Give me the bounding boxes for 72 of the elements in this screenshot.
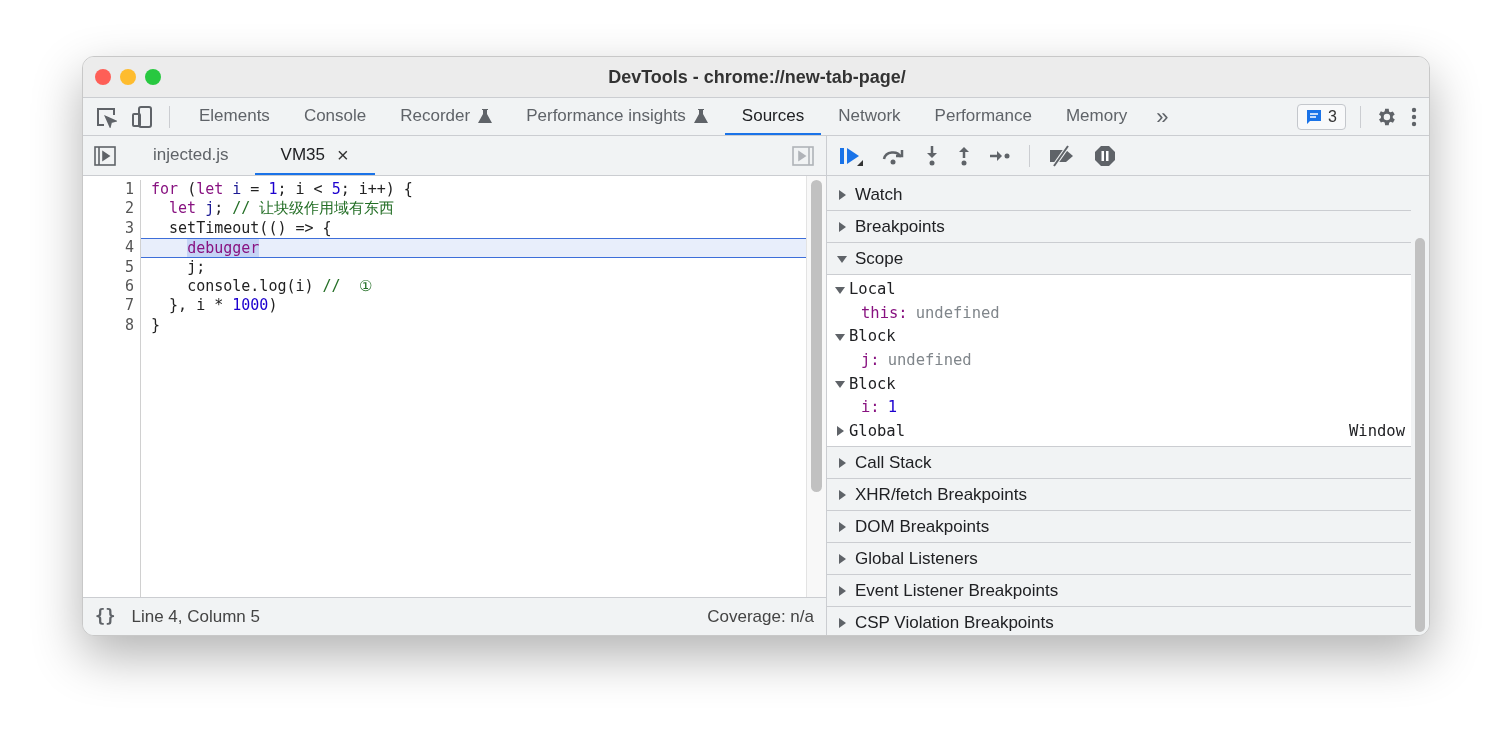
- collapsed-arrow-icon: [837, 553, 847, 564]
- code-line: setTimeout(() => {: [168, 218, 333, 239]
- step-out-icon[interactable]: [957, 144, 971, 167]
- code-line: }, i * 1000): [168, 296, 279, 316]
- scope-node[interactable]: Local: [827, 278, 1411, 302]
- collapsed-arrow-icon: [837, 457, 847, 468]
- scope-value: Window: [1349, 420, 1405, 442]
- expanded-arrow-icon: [835, 379, 845, 390]
- coverage-status: Coverage: n/a: [707, 605, 814, 628]
- device-icon[interactable]: [131, 104, 153, 129]
- close-icon[interactable]: [95, 69, 111, 85]
- debugger-toggle-icon[interactable]: [792, 145, 814, 166]
- more-tabs-button[interactable]: »: [1144, 98, 1181, 135]
- panel-tab[interactable]: Network: [821, 98, 918, 135]
- resume-icon[interactable]: [839, 145, 863, 166]
- collapsed-arrow-icon: [837, 221, 847, 232]
- pause-on-exceptions-icon[interactable]: [1094, 144, 1116, 167]
- line-number: 2: [123, 199, 135, 219]
- code-line: console.log(i) // ①: [186, 276, 373, 297]
- collapsed-arrow-icon: [837, 585, 847, 596]
- line-number: 3: [123, 218, 135, 239]
- scope-node[interactable]: Global Window: [827, 419, 1411, 444]
- property-name: j:: [861, 349, 880, 371]
- code-line: }: [150, 315, 162, 336]
- collapsed-arrow-icon: [837, 521, 847, 532]
- code-line: for (let i = 1; i < 5; i++) {: [150, 180, 414, 200]
- panel-tab[interactable]: Memory: [1048, 98, 1145, 135]
- cursor-position: Line 4, Column 5: [131, 605, 260, 628]
- property-value: 1: [887, 397, 897, 419]
- code-line: j;: [186, 257, 207, 277]
- line-number: 5: [123, 257, 135, 277]
- panel-tab[interactable]: Elements: [182, 98, 287, 135]
- scrollbar-thumb[interactable]: [1415, 238, 1425, 632]
- panel-tab[interactable]: Recorder: [383, 98, 510, 135]
- message-icon: [1306, 108, 1323, 125]
- property-value: undefined: [915, 302, 1000, 324]
- expanded-arrow-icon: [835, 284, 845, 295]
- navigator-toggle-icon[interactable]: [94, 145, 116, 166]
- file-tab-label[interactable]: VM35: [270, 141, 336, 168]
- step-into-icon[interactable]: [925, 144, 939, 167]
- expanded-arrow-icon: [835, 332, 845, 342]
- line-number: 8: [123, 315, 135, 336]
- panel-tab[interactable]: Performance insights: [509, 98, 725, 135]
- collapsed-arrow-icon: [837, 489, 847, 500]
- property-name: i:: [861, 397, 880, 419]
- collapsed-arrow-icon: [835, 426, 845, 437]
- flask-icon: [693, 107, 708, 124]
- property-name: this:: [861, 302, 908, 324]
- line-number: 6: [123, 276, 135, 297]
- scrollbar-thumb[interactable]: [811, 180, 822, 492]
- pretty-print-button[interactable]: {}: [95, 603, 116, 630]
- property-value: undefined: [887, 349, 972, 371]
- scope-node[interactable]: Block: [827, 325, 1411, 349]
- more-options-icon[interactable]: [1411, 106, 1417, 127]
- issues-button[interactable]: 3: [1297, 103, 1346, 130]
- line-number: 7: [123, 296, 135, 316]
- expanded-arrow-icon: [837, 253, 847, 264]
- collapsed-arrow-icon: [837, 617, 847, 628]
- window-title: DevTools - chrome://new-tab-page/: [608, 65, 906, 89]
- inspect-icon[interactable]: [95, 105, 117, 128]
- collapsed-arrow-icon: [837, 189, 847, 200]
- flask-icon: [478, 107, 493, 124]
- step-icon[interactable]: [989, 148, 1011, 163]
- code-line: let j; // 让块级作用域有东西: [168, 199, 396, 219]
- scope-node[interactable]: Block: [827, 372, 1411, 396]
- panel-tab[interactable]: Console: [286, 98, 384, 135]
- file-tab[interactable]: injected.js: [127, 136, 255, 175]
- panel-tab[interactable]: Performance: [917, 98, 1049, 135]
- close-tab-button[interactable]: ×: [337, 139, 359, 170]
- file-tab-label[interactable]: injected.js: [143, 141, 239, 168]
- line-number: 1: [123, 180, 135, 200]
- line-number: 4: [123, 238, 135, 258]
